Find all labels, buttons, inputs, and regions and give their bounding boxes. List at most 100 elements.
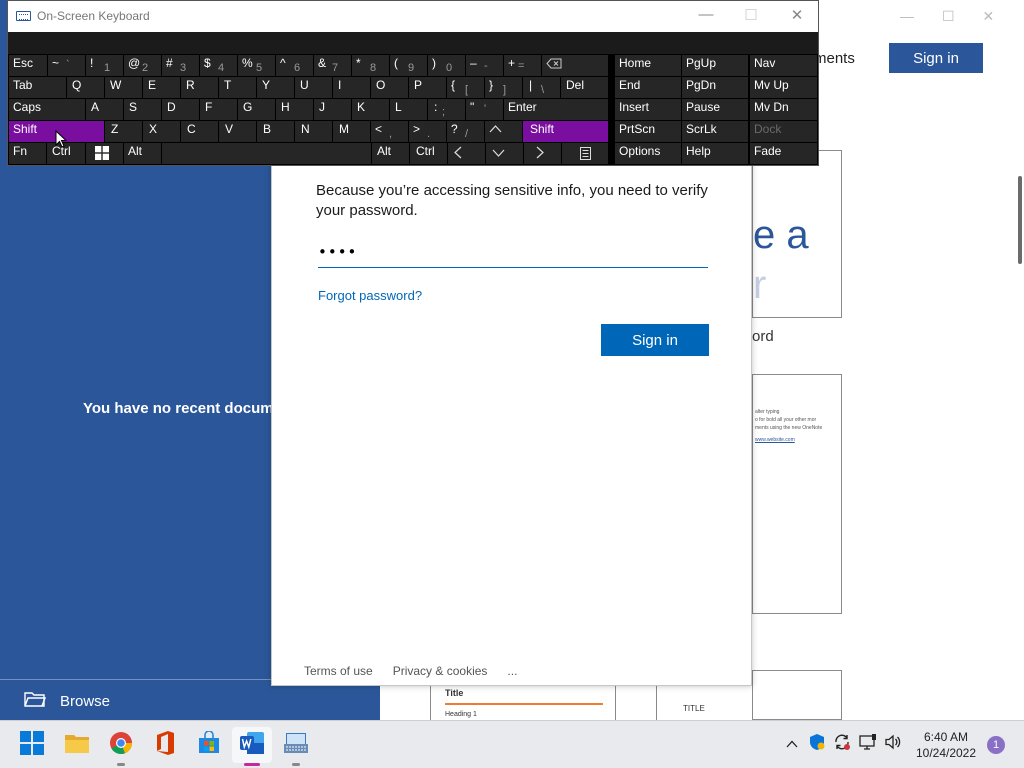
key-alt-right[interactable]: Alt: [372, 143, 409, 164]
key-lt[interactable]: <,: [371, 121, 408, 142]
key-u[interactable]: U: [295, 77, 332, 98]
scrollbar-thumb[interactable]: [1018, 176, 1022, 264]
key-9[interactable]: (9: [390, 55, 427, 76]
key-q[interactable]: Q: [67, 77, 104, 98]
key-t[interactable]: T: [219, 77, 256, 98]
key-pgdn[interactable]: PgDn: [682, 77, 748, 98]
volume-icon[interactable]: [884, 733, 902, 754]
key-quote[interactable]: " ': [466, 99, 503, 120]
key-minus[interactable]: – -: [466, 55, 503, 76]
key-backspace[interactable]: [542, 55, 608, 76]
key-f[interactable]: F: [200, 99, 237, 120]
template-blank-document[interactable]: e a r: [752, 150, 842, 318]
key-8[interactable]: * 8: [352, 55, 389, 76]
chevron-up-icon[interactable]: [786, 735, 798, 751]
key-space[interactable]: [162, 143, 371, 164]
key-home[interactable]: Home: [615, 55, 681, 76]
key-pgup[interactable]: PgUp: [682, 55, 748, 76]
key-fn[interactable]: Fn: [9, 143, 46, 164]
key-arrow-left[interactable]: [448, 143, 485, 164]
key-0[interactable]: ) 0: [428, 55, 465, 76]
file-explorer-button[interactable]: [57, 727, 97, 763]
key-a[interactable]: A: [86, 99, 123, 120]
sync-icon[interactable]: [833, 733, 851, 754]
key-g[interactable]: G: [238, 99, 275, 120]
close-button[interactable]: ✕: [787, 6, 807, 24]
privacy-cookies-link[interactable]: Privacy & cookies: [393, 664, 488, 678]
key-qmark[interactable]: ? /: [447, 121, 484, 142]
key-r[interactable]: R: [181, 77, 218, 98]
key-m[interactable]: M: [333, 121, 370, 142]
key-scrlk[interactable]: ScrLk: [682, 121, 748, 142]
key-5[interactable]: % 5: [238, 55, 275, 76]
office-button[interactable]: [145, 727, 185, 763]
key-j[interactable]: J: [314, 99, 351, 120]
key-s[interactable]: S: [124, 99, 161, 120]
key-windows[interactable]: [86, 143, 123, 164]
key-e[interactable]: E: [143, 77, 180, 98]
template-title-heading[interactable]: Title Heading 1: [430, 685, 616, 720]
key-2[interactable]: @2: [124, 55, 161, 76]
microsoft-store-button[interactable]: [189, 727, 229, 763]
terms-of-use-link[interactable]: Terms of use: [304, 664, 373, 678]
security-shield-icon[interactable]: [809, 733, 825, 754]
key-lbrace[interactable]: {[: [447, 77, 484, 98]
key-o[interactable]: O: [371, 77, 408, 98]
key-1[interactable]: ! 1: [86, 55, 123, 76]
key-n[interactable]: N: [295, 121, 332, 142]
documents-link[interactable]: ments: [814, 50, 855, 67]
key-6[interactable]: ^ 6: [276, 55, 313, 76]
key-mvdn[interactable]: Mv Dn: [750, 99, 817, 120]
key-v[interactable]: V: [219, 121, 256, 142]
key-tilde[interactable]: ~ `: [48, 55, 85, 76]
key-4[interactable]: $4: [200, 55, 237, 76]
start-button[interactable]: [12, 727, 52, 763]
template-title-small[interactable]: TITLE: [656, 685, 752, 720]
key-alt-left[interactable]: Alt: [124, 143, 161, 164]
key-gt[interactable]: >.: [409, 121, 446, 142]
key-insert[interactable]: Insert: [615, 99, 681, 120]
key-l[interactable]: L: [390, 99, 427, 120]
template-bottom[interactable]: [752, 670, 842, 720]
key-c[interactable]: C: [181, 121, 218, 142]
key-rbrace[interactable]: }]: [485, 77, 522, 98]
key-z[interactable]: Z: [105, 121, 142, 142]
key-y[interactable]: Y: [257, 77, 294, 98]
browse-button[interactable]: Browse: [24, 690, 110, 712]
key-caps[interactable]: Caps: [9, 99, 85, 120]
key-pause[interactable]: Pause: [682, 99, 748, 120]
key-7[interactable]: & 7: [314, 55, 351, 76]
key-enter[interactable]: Enter: [504, 99, 608, 120]
key-colon[interactable]: :;: [428, 99, 465, 120]
key-arrow-down[interactable]: [486, 143, 523, 164]
word-button[interactable]: [232, 727, 272, 766]
key-arrow-right[interactable]: [524, 143, 561, 164]
key-del[interactable]: Del: [561, 77, 608, 98]
key-mvup[interactable]: Mv Up: [750, 77, 817, 98]
minimize-button[interactable]: —: [696, 6, 716, 23]
key-pipe[interactable]: | \: [523, 77, 560, 98]
forgot-password-link[interactable]: Forgot password?: [318, 288, 422, 303]
key-end[interactable]: End: [615, 77, 681, 98]
key-shift-right[interactable]: Shift: [523, 121, 608, 142]
key-nav[interactable]: Nav: [750, 55, 817, 76]
key-x[interactable]: X: [143, 121, 180, 142]
word-sign-in-button[interactable]: Sign in: [889, 43, 983, 73]
osk-title-bar[interactable]: On-Screen Keyboard — ☐ ✕: [8, 1, 818, 32]
key-h[interactable]: H: [276, 99, 313, 120]
chrome-button[interactable]: [101, 727, 141, 766]
key-d[interactable]: D: [162, 99, 199, 120]
key-b[interactable]: B: [257, 121, 294, 142]
key-ctrl-right[interactable]: Ctrl: [410, 143, 447, 164]
key-esc[interactable]: Esc: [9, 55, 47, 76]
key-p[interactable]: P: [409, 77, 446, 98]
key-w[interactable]: W: [105, 77, 142, 98]
key-i[interactable]: I: [333, 77, 370, 98]
key-help[interactable]: Help: [682, 143, 748, 164]
notification-badge[interactable]: 1: [987, 736, 1005, 754]
key-arrow-up[interactable]: [485, 121, 522, 142]
more-options-button[interactable]: ...: [507, 664, 517, 678]
network-icon[interactable]: [859, 733, 877, 754]
key-tab[interactable]: Tab: [9, 77, 66, 98]
key-plus[interactable]: + =: [504, 55, 541, 76]
